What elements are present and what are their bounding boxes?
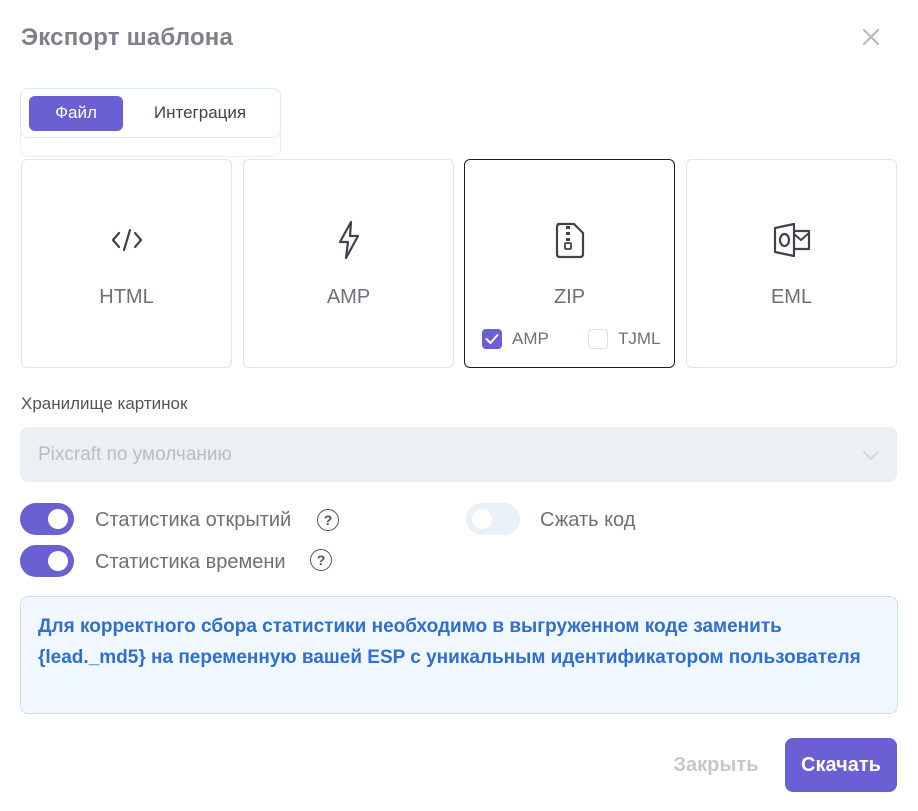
open-stats-help-icon[interactable]: ? (317, 509, 339, 531)
option-label: AMP (512, 329, 549, 348)
toggle-knob (48, 551, 68, 571)
open-stats-toggle[interactable] (20, 503, 74, 535)
dialog-title: Экспорт шаблона (21, 24, 234, 51)
minify-toggle[interactable] (466, 503, 520, 535)
stats-info-alert: Для корректного сбора статистики необход… (20, 596, 898, 714)
close-button[interactable] (854, 20, 888, 54)
time-stats-help-icon[interactable]: ? (310, 549, 332, 571)
storage-label: Хранилище картинок (21, 394, 188, 413)
format-label: EML (770, 286, 813, 308)
storage-select[interactable]: Pixcraft по умолчанию (20, 427, 897, 482)
format-card-zip[interactable]: ZIP AMP TJML (464, 159, 675, 368)
zip-file-icon (550, 220, 590, 260)
checkbox-checked[interactable] (482, 329, 502, 349)
minify-label: Сжать код (540, 509, 636, 531)
format-label: AMP (326, 286, 371, 308)
format-label: ZIP (553, 286, 586, 308)
format-label: HTML (99, 286, 154, 308)
tab-integration[interactable]: Интеграция (123, 96, 277, 131)
checkbox-unchecked[interactable] (588, 329, 608, 349)
time-stats-toggle[interactable] (20, 545, 74, 577)
zip-option-tjml[interactable]: TJML (588, 329, 661, 349)
open-stats-label: Статистика открытий (95, 509, 292, 531)
check-icon (485, 334, 499, 344)
format-card-eml[interactable]: EML (686, 159, 897, 368)
time-stats-label: Статистика времени (95, 551, 286, 573)
outlook-icon (772, 220, 812, 260)
storage-select-value: Pixcraft по умолчанию (38, 443, 232, 465)
format-card-html[interactable]: HTML (21, 159, 232, 368)
tab-file[interactable]: Файл (29, 95, 123, 131)
zip-option-amp[interactable]: AMP (482, 329, 549, 349)
option-label: TJML (618, 329, 661, 348)
toggle-knob (472, 509, 492, 529)
toggle-knob (48, 509, 68, 529)
code-icon (107, 220, 147, 260)
chevron-down-icon (863, 451, 879, 460)
tabs: Файл Интеграция (20, 88, 281, 138)
lightning-icon (329, 220, 369, 260)
format-card-amp[interactable]: AMP (243, 159, 454, 368)
close-text-button[interactable]: Закрыть (662, 738, 770, 792)
close-icon (863, 29, 879, 45)
download-button[interactable]: Скачать (785, 738, 897, 792)
